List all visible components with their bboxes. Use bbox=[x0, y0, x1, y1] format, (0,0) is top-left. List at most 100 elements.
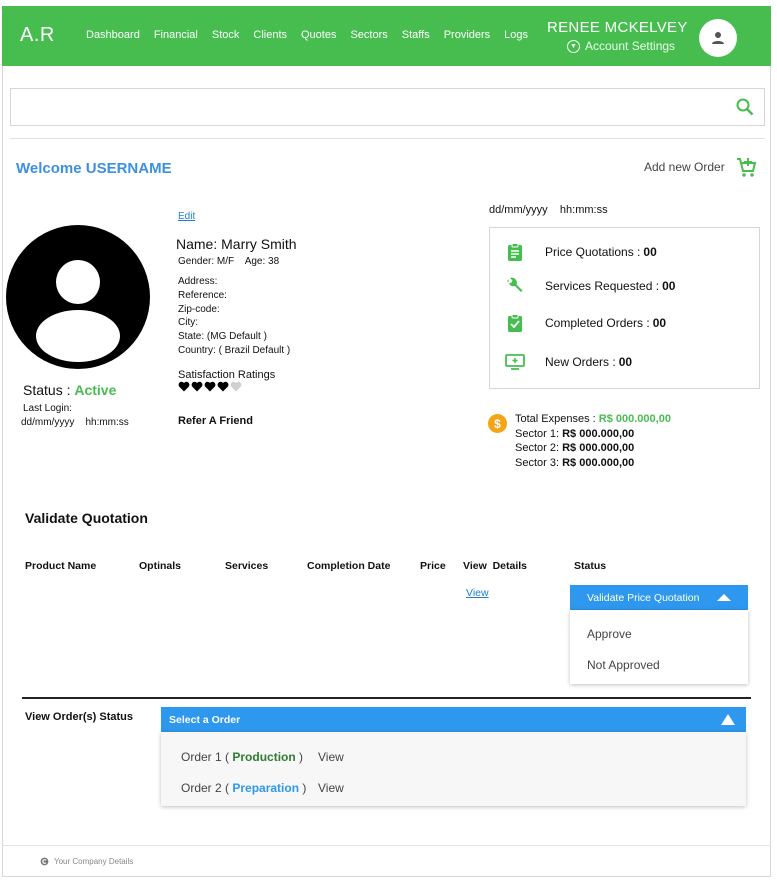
user-avatar[interactable] bbox=[699, 19, 737, 57]
select-order-dropdown[interactable]: Select a Order bbox=[161, 707, 746, 732]
nav-financial[interactable]: Financial bbox=[154, 29, 198, 41]
status-badge: Production bbox=[232, 750, 296, 764]
state-field: State: (MG Default ) bbox=[178, 331, 267, 343]
search-icon[interactable] bbox=[736, 98, 754, 116]
stat-value: 00 bbox=[652, 316, 667, 330]
account-settings-link[interactable]: ▼ Account Settings bbox=[567, 39, 675, 53]
clipboard-icon bbox=[504, 243, 526, 261]
section-divider bbox=[22, 697, 751, 699]
option-approve[interactable]: Approve bbox=[587, 627, 632, 641]
order-prefix: Order 2 ( bbox=[181, 781, 230, 795]
validate-price-quotation-dropdown[interactable]: Validate Price Quotation bbox=[570, 585, 748, 610]
validate-quotation-title: Validate Quotation bbox=[25, 510, 148, 526]
chevron-up-icon bbox=[721, 714, 735, 725]
dollar-coin-icon: $ bbox=[488, 414, 507, 433]
welcome-heading: Welcome USERNAME bbox=[16, 160, 172, 177]
address-field: Address: bbox=[178, 276, 218, 287]
sector1-value: R$ 000.000,00 bbox=[562, 427, 635, 440]
sector3-value: R$ 000.000,00 bbox=[562, 456, 635, 469]
status-badge: Active bbox=[74, 382, 117, 398]
stat-price-quotations: Price Quotations :00 bbox=[504, 243, 657, 261]
nav-staffs[interactable]: Staffs bbox=[402, 29, 430, 41]
view-order-link[interactable]: View bbox=[318, 781, 344, 795]
stat-value: 00 bbox=[643, 245, 657, 259]
view-quotation-link[interactable]: View bbox=[466, 587, 489, 599]
stat-label: Services Requested : bbox=[545, 279, 660, 293]
total-expenses-label: Total Expenses : bbox=[515, 413, 596, 425]
sector2-label: Sector 2: bbox=[515, 442, 560, 454]
status-badge: Preparation bbox=[232, 781, 300, 795]
monitor-add-icon bbox=[504, 353, 526, 371]
total-expenses-value: R$ 000.000,00 bbox=[598, 413, 671, 425]
sector2-value: R$ 000.000,00 bbox=[562, 442, 635, 454]
footer: Your Company Details bbox=[40, 857, 133, 866]
order-suffix: ) bbox=[302, 781, 307, 795]
add-to-cart-icon[interactable] bbox=[735, 156, 757, 178]
nav-providers[interactable]: Providers bbox=[444, 29, 490, 41]
last-login-label: Last Login: bbox=[23, 403, 72, 414]
stat-new-orders: New Orders :00 bbox=[504, 353, 632, 371]
wrench-icon bbox=[504, 277, 526, 295]
reference-field: Reference: bbox=[178, 289, 227, 301]
dropdown-label: Validate Price Quotation bbox=[587, 591, 700, 604]
address-block: Address: Reference: Zip-code: City: Stat… bbox=[178, 275, 290, 358]
col-product-name: Product Name bbox=[25, 560, 97, 572]
top-bar: A.R Dashboard Financial Stock Clients Qu… bbox=[2, 6, 771, 66]
add-new-order-link[interactable]: Add new Order bbox=[644, 160, 725, 174]
stat-value: 00 bbox=[618, 355, 633, 369]
logo[interactable]: A.R bbox=[20, 24, 55, 47]
search-bar bbox=[10, 88, 765, 126]
nav-dashboard[interactable]: Dashboard bbox=[86, 29, 140, 41]
expenses-summary: Total Expenses : R$ 000.000,00 Sector 1:… bbox=[515, 412, 671, 470]
stat-completed-orders: Completed Orders :00 bbox=[504, 314, 666, 332]
satisfaction-label: Satisfaction Ratings bbox=[178, 369, 276, 381]
col-services: Services bbox=[225, 560, 269, 572]
order-suffix: ) bbox=[299, 750, 304, 764]
col-status: Status bbox=[574, 560, 607, 572]
heart-icon bbox=[230, 381, 242, 392]
heart-icon bbox=[191, 381, 203, 392]
divider bbox=[10, 138, 765, 139]
country-field: Country: ( Brazil Default ) bbox=[178, 344, 291, 356]
order-prefix: Order 1 ( bbox=[181, 750, 230, 764]
status-label: Status : bbox=[23, 382, 71, 398]
nav-sectors[interactable]: Sectors bbox=[350, 29, 387, 41]
main-nav: Dashboard Financial Stock Clients Quotes… bbox=[86, 29, 542, 41]
clipboard-check-icon bbox=[504, 314, 526, 332]
sector3-label: Sector 3: bbox=[515, 456, 560, 469]
nav-quotes[interactable]: Quotes bbox=[301, 29, 336, 41]
col-price: Price bbox=[420, 560, 446, 572]
col-completion-date: Completion Date bbox=[307, 560, 391, 572]
current-datetime: dd/mm/yyyy hh:mm:ss bbox=[489, 204, 608, 216]
list-item[interactable]: Order 2 ( Preparation ) bbox=[181, 781, 306, 795]
company-details: Your Company Details bbox=[54, 857, 134, 866]
stat-label: New Orders : bbox=[545, 355, 616, 369]
nav-stock[interactable]: Stock bbox=[212, 29, 240, 41]
validation-options-menu: Approve Not Approved bbox=[570, 610, 748, 684]
heart-icon bbox=[217, 381, 229, 392]
view-order-link[interactable]: View bbox=[318, 750, 344, 764]
stat-label: Completed Orders : bbox=[545, 316, 650, 330]
last-login-value: dd/mm/yyyy hh:mm:ss bbox=[21, 417, 129, 428]
profile-name: Name: Marry Smith bbox=[176, 236, 297, 252]
stats-panel: Price Quotations :00 Services Requested … bbox=[489, 227, 760, 389]
refer-friend-link[interactable]: Refer A Friend bbox=[178, 415, 253, 427]
chevron-up-icon bbox=[717, 594, 731, 601]
list-item[interactable]: Order 1 ( Production ) bbox=[181, 750, 303, 764]
footer-divider bbox=[2, 845, 771, 846]
account-settings-label: Account Settings bbox=[585, 39, 676, 53]
user-icon bbox=[712, 32, 724, 44]
nav-logs[interactable]: Logs bbox=[504, 29, 528, 41]
search-input[interactable] bbox=[11, 89, 711, 125]
satisfaction-rating bbox=[178, 381, 242, 392]
nav-clients[interactable]: Clients bbox=[253, 29, 287, 41]
stat-services-requested: Services Requested :00 bbox=[504, 277, 675, 295]
heart-icon bbox=[178, 381, 190, 392]
zip-field: Zip-code: bbox=[178, 303, 220, 315]
edit-profile-link[interactable]: Edit bbox=[178, 211, 195, 222]
account-status: Status : Active bbox=[23, 382, 116, 398]
user-icon bbox=[36, 260, 120, 362]
chevron-down-icon: ▼ bbox=[567, 39, 580, 53]
view-orders-title: View Order(s) Status bbox=[25, 711, 133, 723]
option-not-approved[interactable]: Not Approved bbox=[587, 658, 660, 672]
